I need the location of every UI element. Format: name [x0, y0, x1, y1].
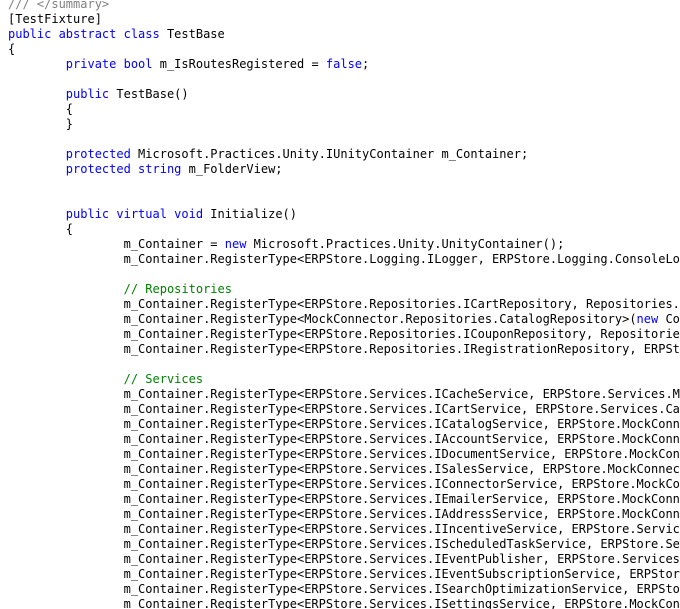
code-text: Microsoft.Practices.Unity.UnityContainer…: [246, 237, 565, 251]
code-text: m_Container.RegisterType<ERPStore.Reposi…: [123, 327, 680, 341]
code-line: public TestBase(): [8, 87, 189, 102]
code-comment: // Services: [123, 372, 204, 386]
code-text: m_Container.RegisterType<ERPStore.Servic…: [8, 597, 680, 609]
code-line: m_Container.RegisterType<ERPStore.Servic…: [8, 432, 680, 447]
code-line: m_Container.RegisterType<ERPStore.Servic…: [8, 507, 680, 522]
code-text: Initialize(): [203, 207, 297, 221]
code-keyword: protected string: [65, 162, 182, 176]
code-line: m_Container.RegisterType<ERPStore.Servic…: [8, 447, 680, 462]
code-line: // Repositories: [8, 282, 232, 297]
code-line: public virtual void Initialize(): [8, 207, 297, 222]
code-comment: /// </summary>: [8, 0, 110, 11]
code-text: {: [8, 102, 74, 116]
code-text: m_Container.RegisterType<ERPStore.Servic…: [123, 582, 680, 596]
code-line: m_Container.RegisterType<ERPStore.Reposi…: [8, 342, 680, 357]
code-line: {: [8, 42, 15, 57]
code-line: protected Microsoft.Practices.Unity.IUni…: [8, 147, 528, 162]
code-line: m_Container.RegisterType<MockConnector.R…: [8, 312, 680, 327]
code-text: m_FolderView;: [181, 162, 283, 176]
code-text: m_Container.RegisterType<ERPStore.Servic…: [123, 387, 680, 401]
code-text: m_Container.RegisterType<ERPStore.Servic…: [123, 537, 680, 551]
code-text: [TestFixture]: [8, 12, 102, 26]
code-text: m_IsRoutesRegistered =: [152, 57, 326, 71]
code-line: m_Container.RegisterType<ERPStore.Servic…: [8, 477, 680, 492]
code-keyword: private bool: [65, 57, 153, 71]
code-text: TestBase(): [109, 87, 189, 101]
code-line: // Services: [8, 372, 203, 387]
code-line: {: [8, 222, 73, 237]
code-line: m_Container = new Microsoft.Practices.Un…: [8, 237, 565, 252]
code-text: {: [8, 42, 16, 56]
code-text: }: [8, 117, 74, 131]
code-keyword: public: [65, 87, 110, 101]
code-line: }: [8, 117, 73, 132]
code-line: /// </summary>: [8, 0, 109, 12]
code-line: m_Container.RegisterType<ERPStore.Servic…: [8, 402, 680, 417]
code-editor[interactable]: /// </summary> [TestFixture] public abstra…: [0, 0, 680, 609]
code-text: m_Container.RegisterType<ERPStore.Servic…: [123, 462, 680, 476]
code-line: m_Container.RegisterType<ERPStore.Servic…: [8, 387, 680, 402]
code-keyword: protected: [65, 147, 131, 161]
code-text: m_Container.RegisterType<ERPStore.Servic…: [123, 492, 680, 506]
code-line: m_Container.RegisterType<ERPStore.Servic…: [8, 417, 680, 432]
code-line: {: [8, 102, 73, 117]
code-text: m_Container.RegisterType<ERPStore.Servic…: [123, 447, 680, 461]
code-text: Microsoft.Practices.Unity.IUnityContaine…: [130, 147, 529, 161]
code-text: m_Container =: [8, 237, 225, 251]
code-text: m_Container.RegisterType<ERPStore.Servic…: [8, 567, 680, 581]
code-text: {: [8, 222, 74, 236]
code-text: ;: [362, 57, 370, 71]
code-text: TestBase: [159, 27, 225, 41]
code-text: m_Container.RegisterType<ERPStore.Servic…: [8, 402, 680, 416]
code-text: m_Container.RegisterType<ERPStore.Servic…: [123, 552, 680, 566]
code-comment: // Repositories: [123, 282, 232, 296]
code-text: m_Container.RegisterType<MockConnector.R…: [8, 312, 637, 326]
code-line: m_Container.RegisterType<ERPStore.Servic…: [8, 522, 680, 537]
code-line: m_Container.RegisterType<ERPStore.Servic…: [8, 537, 680, 552]
code-text: m_Container.RegisterType<ERPStore.Servic…: [123, 507, 680, 521]
code-text: m_Container.RegisterType<ERPStore.Loggin…: [8, 252, 680, 266]
code-line: m_Container.RegisterType<ERPStore.Reposi…: [8, 297, 680, 312]
code-line: m_Container.RegisterType<ERPStore.Loggin…: [8, 252, 680, 267]
code-line: [TestFixture]: [8, 12, 102, 27]
code-line: protected string m_FolderView;: [8, 162, 283, 177]
code-line: public abstract class TestBase: [8, 27, 225, 42]
code-line: m_Container.RegisterType<ERPStore.Servic…: [8, 462, 680, 477]
code-keyword: new: [224, 237, 247, 251]
code-keyword: false: [325, 57, 363, 71]
code-keyword: public virtual void: [65, 207, 204, 221]
code-line: m_Container.RegisterType<ERPStore.Servic…: [8, 552, 680, 567]
code-text: ContainerControlledLifetimeManager: [665, 312, 680, 326]
code-text: m_Container.RegisterType<ERPStore.Servic…: [123, 432, 680, 446]
code-text: m_Container.RegisterType<ERPStore.Servic…: [123, 522, 680, 536]
code-keyword: new: [636, 312, 659, 326]
code-text: m_Container.RegisterType<ERPStore.Reposi…: [123, 342, 680, 356]
code-line: m_Container.RegisterType<ERPStore.Servic…: [8, 582, 680, 597]
code-text: m_Container.RegisterType<ERPStore.Servic…: [123, 417, 680, 431]
code-line: m_Container.RegisterType<ERPStore.Reposi…: [8, 327, 680, 342]
code-line: private bool m_IsRoutesRegistered = fals…: [8, 57, 369, 72]
code-line: m_Container.RegisterType<ERPStore.Servic…: [8, 492, 680, 507]
code-keyword: public abstract class: [8, 27, 160, 41]
code-line: m_Container.RegisterType<ERPStore.Servic…: [8, 567, 680, 582]
code-line: m_Container.RegisterType<ERPStore.Servic…: [8, 597, 680, 609]
code-text: m_Container.RegisterType<ERPStore.Servic…: [123, 477, 680, 491]
code-text: m_Container.RegisterType<ERPStore.Reposi…: [123, 297, 680, 311]
